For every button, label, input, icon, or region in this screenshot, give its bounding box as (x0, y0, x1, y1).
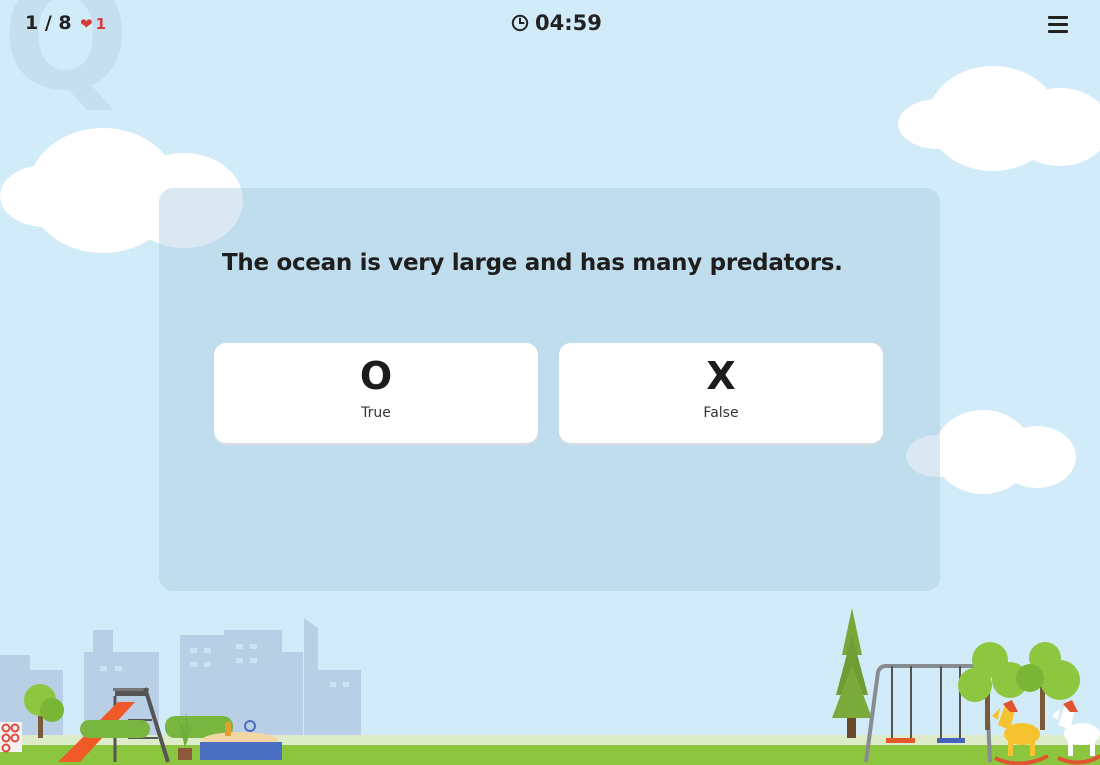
false-symbol: X (706, 354, 736, 398)
question-progress: 1 / 8 (25, 12, 72, 34)
heart-icon: ❤ (80, 15, 93, 33)
question-panel: The ocean is very large and has many pre… (159, 188, 940, 591)
cloud-right-top (898, 66, 1100, 176)
false-answer-button[interactable]: X False (559, 343, 883, 443)
playground-scene (0, 608, 1100, 765)
target-fence (0, 722, 22, 753)
lives-counter: ❤ 1 (80, 15, 106, 33)
question-text: The ocean is very large and has many pre… (222, 250, 843, 276)
false-label: False (703, 405, 739, 421)
top-bar: Q 1 / 8 ❤ 1 04:59 (0, 0, 1100, 112)
true-answer-button[interactable]: O True (214, 343, 538, 443)
true-label: True (361, 405, 391, 421)
hamburger-menu-icon[interactable] (1048, 16, 1068, 34)
lives-count: 1 (95, 15, 107, 33)
timer-value: 04:59 (535, 11, 602, 35)
true-symbol: O (359, 354, 393, 398)
countdown-timer: 04:59 (511, 11, 602, 35)
clock-icon (511, 14, 529, 32)
pine-tree (832, 608, 872, 738)
